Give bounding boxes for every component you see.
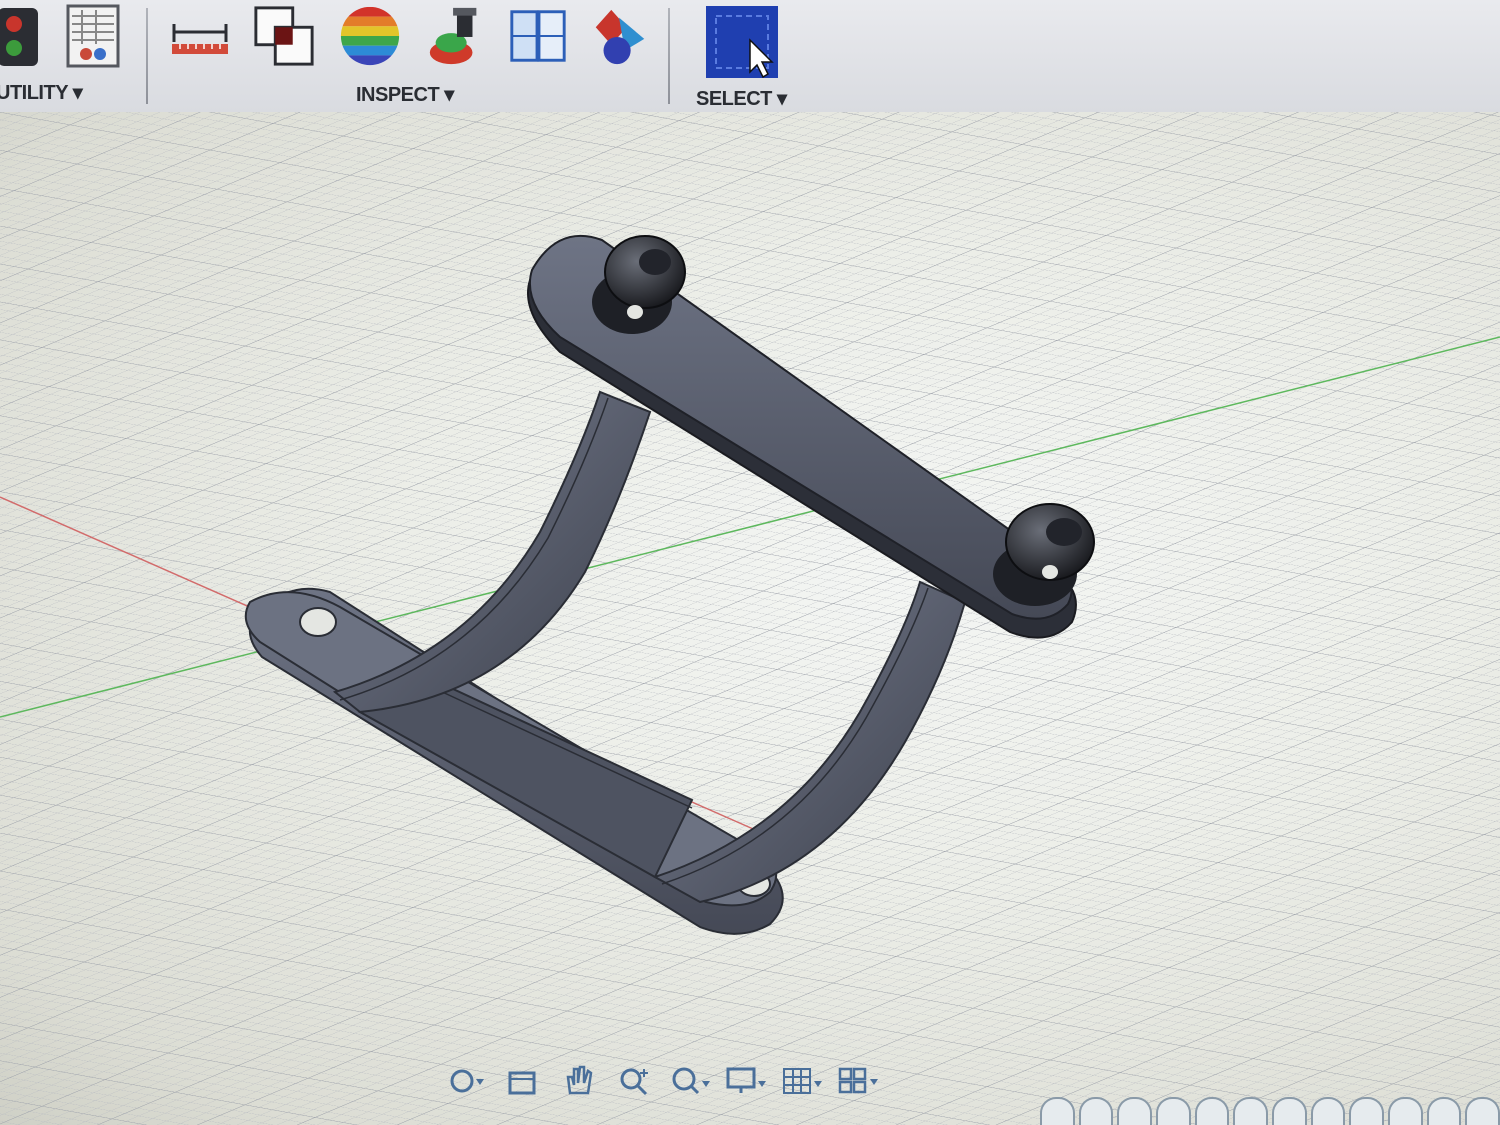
component-color-icon[interactable] (588, 4, 652, 68)
section-analysis-icon[interactable] (506, 4, 570, 68)
timeline-feature-icon[interactable] (1349, 1097, 1385, 1125)
timeline-feature-icon[interactable] (1465, 1097, 1500, 1125)
inspect-menu[interactable]: INSPECT ▾ (356, 82, 454, 107)
toolbar-separator (668, 8, 670, 104)
settings-table-icon[interactable] (60, 4, 124, 68)
timeline-feature-icon[interactable] (1233, 1097, 1269, 1125)
timeline-feature-icon[interactable] (1272, 1097, 1307, 1125)
interference-icon[interactable] (252, 4, 316, 68)
timeline-feature-icon[interactable] (1194, 1097, 1230, 1125)
fit-icon[interactable] (664, 1061, 716, 1101)
timeline-feature-icon[interactable] (1426, 1097, 1462, 1125)
zebra-analysis-icon[interactable] (338, 4, 402, 68)
pan-icon[interactable] (552, 1061, 604, 1101)
grid-settings-icon[interactable] (776, 1061, 828, 1101)
canvas-viewport[interactable] (0, 112, 1500, 1125)
look-at-icon[interactable] (496, 1061, 548, 1101)
timeline-feature-icon[interactable] (1040, 1097, 1075, 1125)
utility-red-icon[interactable] (0, 4, 44, 68)
timeline-feature-icon[interactable] (1117, 1097, 1153, 1125)
navigation-bar (440, 1058, 884, 1104)
viewports-icon[interactable] (832, 1061, 884, 1101)
timeline-feature-icon[interactable] (1388, 1097, 1423, 1125)
display-settings-icon[interactable] (720, 1061, 772, 1101)
select-menu[interactable]: SELECT ▾ (696, 86, 787, 111)
timeline-feature-icon[interactable] (1156, 1097, 1191, 1125)
center-of-mass-icon[interactable] (424, 4, 488, 68)
grid-major (0, 112, 1500, 1125)
toolbar: UTILITY ▾ INSPECT ▾ SELECT ▾ (0, 0, 1500, 114)
orbit-icon[interactable] (440, 1061, 492, 1101)
timeline-strip (1040, 1092, 1500, 1125)
window-select-icon[interactable] (706, 6, 778, 79)
grid-and-model (0, 112, 1500, 1125)
timeline-feature-icon[interactable] (1078, 1097, 1114, 1125)
utility-menu[interactable]: UTILITY ▾ (0, 80, 83, 105)
timeline-feature-icon[interactable] (1310, 1097, 1346, 1125)
toolbar-separator (146, 8, 148, 104)
measure-icon[interactable] (168, 4, 232, 68)
zoom-icon[interactable] (608, 1061, 660, 1101)
